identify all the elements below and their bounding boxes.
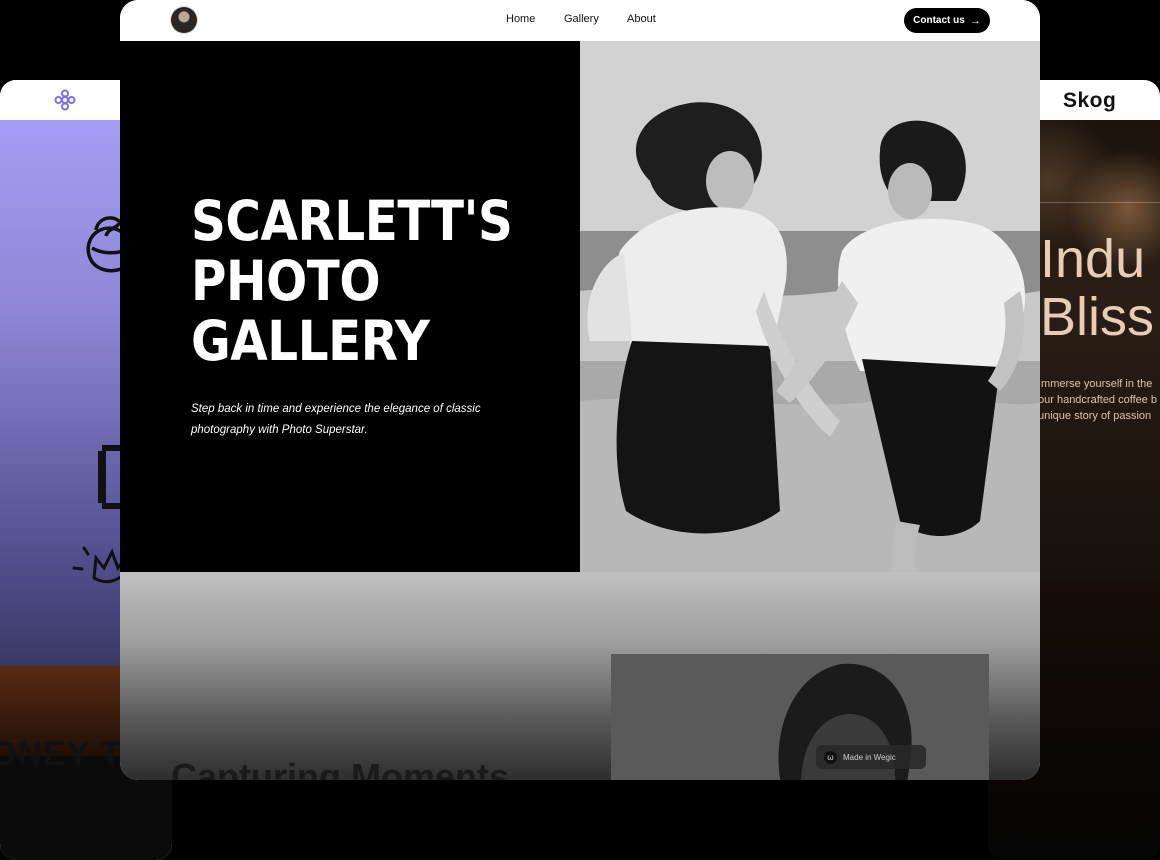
- navbar: Home Gallery About Contact us →: [120, 0, 1040, 41]
- right-card-divider: [1040, 202, 1160, 203]
- flower-logo-icon: [54, 89, 76, 111]
- right-card-title: Indu Bliss: [1040, 230, 1154, 346]
- hero-photo: [580, 41, 1040, 572]
- right-card-text-line1: Immerse yourself in the: [1038, 378, 1153, 390]
- hero-subtitle: Step back in time and experience the ele…: [191, 402, 481, 436]
- left-card-big-text: ONEY T: [0, 735, 122, 773]
- right-card-text-line3: unique story of passion: [1038, 410, 1152, 422]
- right-card-text-line2: our handcrafted coffee b: [1038, 394, 1158, 406]
- hero-title-line2: PHOTO: [191, 249, 381, 313]
- right-card-description: Immerse yourself in the our handcrafted …: [1038, 376, 1157, 424]
- made-in-badge-label: Made in Wegic: [843, 752, 896, 762]
- main-site-window: Home Gallery About Contact us → SCARLETT…: [120, 0, 1040, 780]
- right-card-title-line1: Indu: [1040, 229, 1146, 289]
- nav-home-link[interactable]: Home: [506, 13, 535, 25]
- nav-gallery-link[interactable]: Gallery: [564, 13, 599, 25]
- right-card-brand[interactable]: Skog: [1063, 89, 1116, 113]
- section-heading: Capturing Moments: [171, 756, 509, 780]
- arrow-right-icon: →: [969, 14, 981, 27]
- hero-title-line3: GALLERY: [191, 309, 430, 373]
- hero-photo-illustration: [580, 41, 1040, 572]
- hero-text-panel: SCARLETT'S PHOTO GALLERY Step back in ti…: [120, 41, 580, 572]
- made-in-badge[interactable]: ω Made in Wegic: [816, 745, 926, 769]
- portrait-illustration: [611, 654, 989, 780]
- nav-about-link[interactable]: About: [627, 13, 656, 25]
- contact-button-label: Contact us: [913, 15, 965, 26]
- hero-title: SCARLETT'S PHOTO GALLERY: [191, 189, 513, 373]
- wegic-logo-icon: ω: [824, 750, 837, 764]
- hero-title-line1: SCARLETT'S: [191, 189, 513, 253]
- right-card-title-line2: Bliss: [1040, 287, 1155, 347]
- contact-button[interactable]: Contact us →: [904, 8, 990, 33]
- avatar[interactable]: [171, 7, 197, 33]
- portrait-photo: [611, 654, 989, 780]
